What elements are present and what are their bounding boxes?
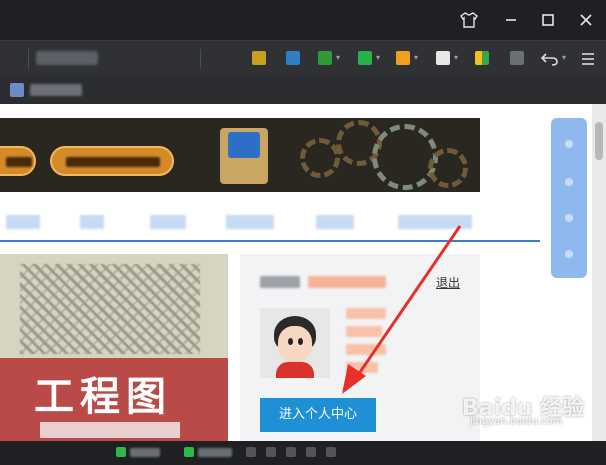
enter-personal-center-button[interactable]: 进入个人中心 [260, 398, 376, 432]
article-illustration [20, 264, 200, 354]
browser-window: ▾ ▾ ▾ ▾ ▾ 工程图 退出 进入个人中心 Baidu 经验 jingyan… [0, 0, 606, 465]
floating-toolbar[interactable] [551, 118, 587, 278]
banner-button[interactable] [0, 146, 36, 176]
greeting-label [260, 276, 300, 288]
article-subtitle [40, 422, 180, 438]
menu-icon[interactable] [576, 47, 600, 71]
bookmarks-bar [0, 76, 606, 104]
bookmark-item[interactable] [30, 84, 82, 96]
nav-item[interactable] [150, 215, 186, 229]
logout-link[interactable]: 退出 [436, 274, 460, 291]
nav-item[interactable] [6, 215, 40, 229]
user-info-line [346, 308, 386, 319]
extension-icon[interactable] [510, 51, 524, 65]
apps-icon[interactable] [475, 51, 489, 65]
address-text[interactable] [36, 51, 98, 65]
bookmark-icon[interactable] [10, 83, 24, 97]
avatar[interactable] [260, 308, 330, 378]
vertical-scrollbar[interactable] [592, 104, 606, 441]
chevron-down-icon[interactable]: ▾ [562, 52, 568, 64]
toolbox-icon [220, 128, 268, 184]
status-icon[interactable] [266, 447, 276, 457]
gear-icon [372, 124, 438, 190]
close-icon[interactable] [574, 8, 598, 32]
chevron-down-icon[interactable]: ▾ [336, 52, 342, 64]
extension-icon[interactable] [358, 51, 372, 65]
maximize-icon[interactable] [536, 8, 560, 32]
nav-item[interactable] [398, 215, 472, 229]
nav-item[interactable] [226, 215, 274, 229]
browser-toolbar: ▾ ▾ ▾ ▾ ▾ [0, 40, 606, 76]
extension-icon[interactable] [286, 51, 300, 65]
username [308, 276, 386, 288]
undo-icon[interactable] [538, 47, 562, 71]
status-icon[interactable] [184, 447, 194, 457]
extension-icon[interactable] [396, 51, 410, 65]
extension-icon[interactable] [318, 51, 332, 65]
nav-item[interactable] [80, 215, 104, 229]
status-icon[interactable] [306, 447, 316, 457]
status-text[interactable] [130, 448, 160, 457]
user-panel: 退出 进入个人中心 [240, 254, 480, 441]
status-icon[interactable] [246, 447, 256, 457]
status-text[interactable] [198, 448, 232, 457]
gear-icon [428, 148, 468, 188]
chevron-down-icon[interactable]: ▾ [376, 52, 382, 64]
minimize-icon[interactable] [499, 8, 523, 32]
article-image[interactable]: 工程图 [0, 254, 228, 441]
scrollbar-thumb[interactable] [595, 122, 603, 160]
status-icon[interactable] [116, 447, 126, 457]
toolbar-separator [28, 49, 29, 69]
chevron-down-icon[interactable]: ▾ [454, 52, 460, 64]
banner-button[interactable] [50, 146, 174, 176]
status-bar [0, 441, 606, 465]
user-info-line [346, 362, 378, 373]
status-icon[interactable] [286, 447, 296, 457]
status-icon[interactable] [326, 447, 336, 457]
watermark-url: jingyan.baidu.com [470, 416, 563, 427]
chevron-down-icon[interactable]: ▾ [414, 52, 420, 64]
user-info-line [346, 326, 382, 337]
title-bar [0, 0, 606, 40]
article-title: 工程图 [34, 373, 172, 420]
tshirt-icon[interactable] [457, 8, 481, 32]
user-info-line [346, 344, 386, 355]
screenshot-icon[interactable] [436, 51, 450, 65]
nav-item[interactable] [316, 215, 354, 229]
header-banner [0, 118, 480, 192]
toolbar-separator [200, 49, 201, 69]
site-nav [0, 204, 540, 242]
gear-icon [300, 138, 340, 178]
folder-icon[interactable] [252, 51, 266, 65]
